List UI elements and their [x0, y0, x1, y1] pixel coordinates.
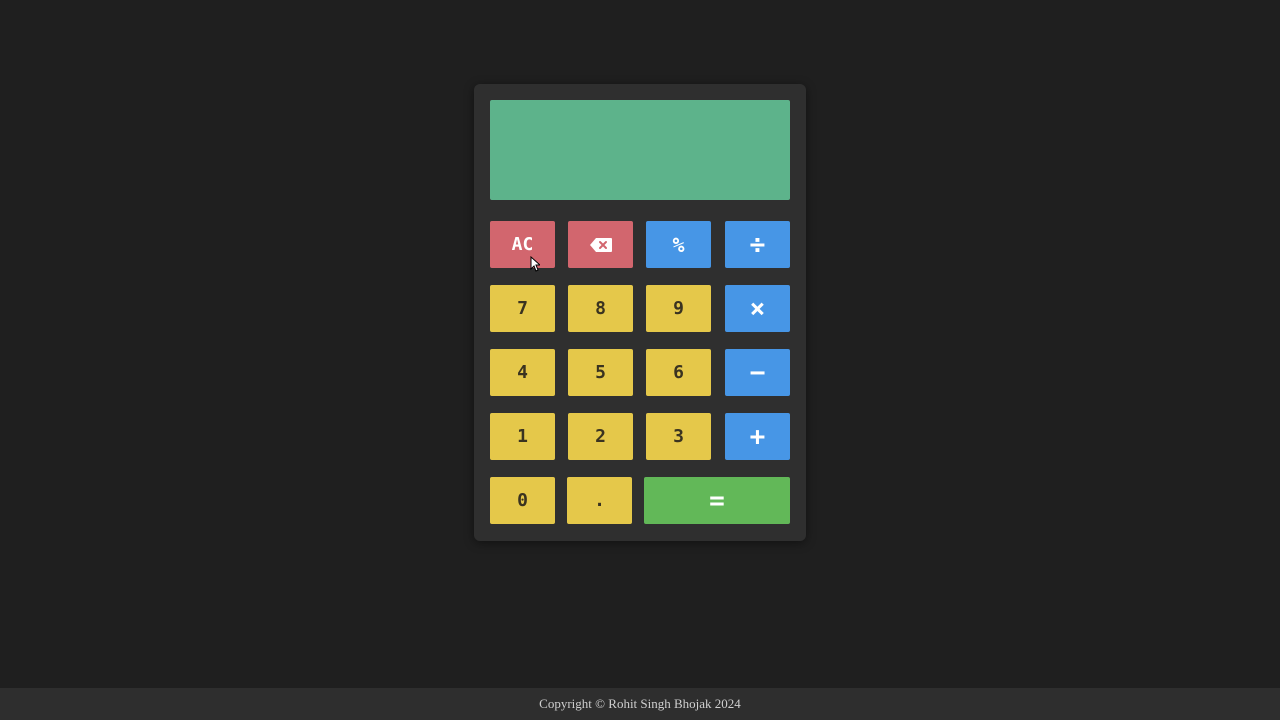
mouse-pointer-icon — [530, 255, 542, 276]
key-9[interactable]: 9 — [646, 285, 711, 332]
footer-copyright: Copyright © Rohit Singh Bhojak 2024 — [0, 688, 1280, 720]
add-button[interactable]: + — [725, 413, 790, 460]
key-6[interactable]: 6 — [646, 349, 711, 396]
divide-button[interactable]: ÷ — [725, 221, 790, 268]
page: AC % ÷ 7 8 9 × 4 5 6 − 1 2 3 + 0 . = Cop… — [0, 0, 1280, 720]
key-1[interactable]: 1 — [490, 413, 555, 460]
backspace-icon — [589, 237, 613, 253]
calculator-display — [490, 100, 790, 200]
calculator-panel: AC % ÷ 7 8 9 × 4 5 6 − 1 2 3 + 0 . = — [474, 84, 806, 541]
percent-button[interactable]: % — [646, 221, 711, 268]
key-4[interactable]: 4 — [490, 349, 555, 396]
subtract-button[interactable]: − — [725, 349, 790, 396]
key-2[interactable]: 2 — [568, 413, 633, 460]
key-3[interactable]: 3 — [646, 413, 711, 460]
key-0[interactable]: 0 — [490, 477, 555, 524]
key-8[interactable]: 8 — [568, 285, 633, 332]
clear-button[interactable]: AC — [490, 221, 555, 268]
multiply-button[interactable]: × — [725, 285, 790, 332]
key-5[interactable]: 5 — [568, 349, 633, 396]
decimal-button[interactable]: . — [567, 477, 632, 524]
equals-button[interactable]: = — [644, 477, 790, 524]
backspace-button[interactable] — [568, 221, 633, 268]
key-7[interactable]: 7 — [490, 285, 555, 332]
